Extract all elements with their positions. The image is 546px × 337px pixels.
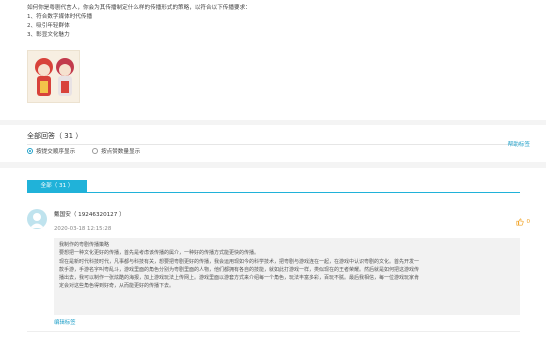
user-avatar-icon <box>30 213 44 228</box>
sort-by-submit-order-label: 按提交顺序显示 <box>36 149 76 155</box>
divider <box>27 144 520 145</box>
radio-unselected-icon <box>92 148 98 154</box>
answer-line: 要想把一种文化更好的传播，首先是考虑该传播的属介，一种好的传播方式能更快的传播。 <box>59 250 260 257</box>
answer-timestamp: 2020-03-18 12:15:28 <box>54 226 112 232</box>
sort-by-votes-label: 按点赞数量显示 <box>101 149 141 155</box>
answer-line: 我制作的粤剧传播策略 <box>59 242 110 248</box>
requirement-3: 3、彰显文化魅力 <box>27 32 70 38</box>
requirement-2: 2、吸引年轻群体 <box>27 23 70 29</box>
sort-by-submit-order-radio[interactable]: 按提交顺序显示 <box>27 147 75 155</box>
answer-line: 定会对这些角色得到好奇，从而能更好的传播下去。 <box>59 283 175 290</box>
sort-by-votes-radio[interactable]: 按点赞数量显示 <box>92 147 140 155</box>
like-button[interactable]: 0 <box>516 218 530 226</box>
divider <box>27 331 520 332</box>
thumbs-up-icon <box>516 218 525 226</box>
avatar <box>27 209 47 229</box>
answer-line: 现在是新时代科技时代，凡事都与科技有关，想要把粤剧更好的传播，我会运用现如今的科… <box>59 258 420 265</box>
opera-figures-illustration <box>35 58 74 96</box>
like-count: 0 <box>526 219 530 225</box>
answer-count-title: 全部回答（ 31 ） <box>27 132 83 140</box>
answers-header: 全部回答（ 31 ） 按提交顺序显示 按点赞数量显示 帮助标签 <box>0 125 546 162</box>
question-text: 如何你是粤剧代言人，你会为其传播制定什么样的传播形式的策略，以符合以下传播要求： <box>27 5 251 11</box>
tab-underline <box>27 192 520 193</box>
answer-content: 我制作的粤剧传播策略 要想把一种文化更好的传播，首先是考虑该传播的属介，一种好的… <box>54 238 520 315</box>
answer-line: 播出去，我可以制作一张炫酷的海报，加上游戏玩法上传网上。游戏里面以游套方式来介绍… <box>59 275 420 282</box>
question-image-thumbnail[interactable] <box>27 50 80 103</box>
question-card: 如何你是粤剧代言人，你会为其传播制定什么样的传播形式的策略，以符合以下传播要求：… <box>0 0 546 120</box>
tab-all-answers[interactable]: 全部（ 31 ） <box>27 180 87 192</box>
help-tags-link[interactable]: 帮助标签 <box>508 140 530 148</box>
answer-list: 全部（ 31 ） 戴国安（ 19246320127 ） 2020-03-18 1… <box>0 168 546 337</box>
radio-selected-icon <box>27 148 33 154</box>
requirement-1: 1、符合数字媒体时代传播 <box>27 14 93 20</box>
answer-line: 款手游，手游名字叫粤乱斗，游戏里面的角色分别为粤剧里面的人物，他们都拥有各自的技… <box>59 266 420 273</box>
edit-tags-link[interactable]: 编辑标签 <box>54 318 76 326</box>
answer-author: 戴国安（ 19246320127 ） <box>54 212 125 218</box>
